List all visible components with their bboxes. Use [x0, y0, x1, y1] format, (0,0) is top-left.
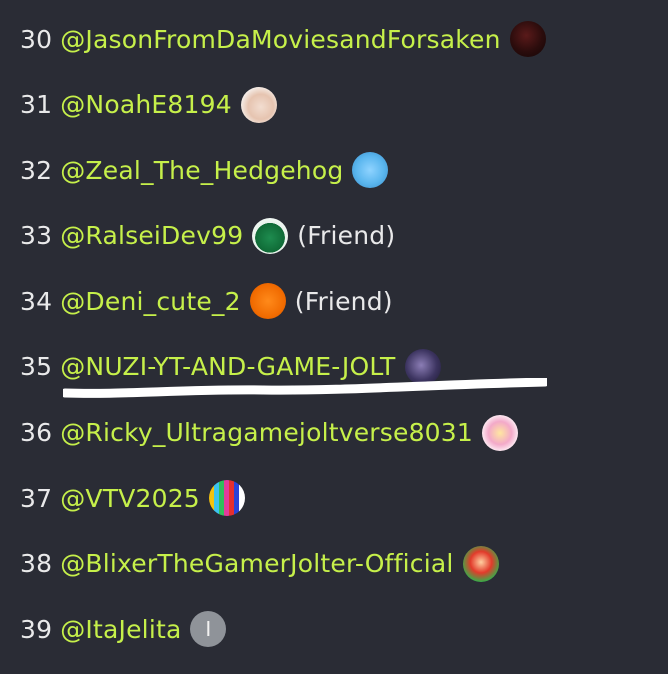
user-handle-link[interactable]: @JasonFromDaMoviesandForsaken — [60, 25, 500, 54]
avatar[interactable] — [462, 545, 499, 582]
avatar[interactable] — [352, 152, 389, 189]
user-handle-link[interactable]: @Zeal_The_Hedgehog — [60, 156, 343, 185]
rank-number: 31 — [20, 90, 53, 120]
avatar[interactable] — [240, 86, 277, 123]
list-item: 34 @Deni_cute_2 (Friend) — [20, 280, 668, 346]
friend-tag: (Friend) — [294, 286, 393, 316]
rank-number: 35 — [20, 352, 53, 382]
rank-number: 39 — [20, 614, 53, 644]
user-handle-link[interactable]: @BlixerTheGamerJolter-Official — [60, 549, 453, 578]
user-handle-link[interactable]: @Deni_cute_2 — [60, 287, 241, 316]
user-handle-link[interactable]: @NUZI-YT-AND-GAME-JOLT — [60, 352, 395, 381]
list-item: 35 @NUZI-YT-AND-GAME-JOLT — [20, 346, 668, 412]
rank-number: 33 — [20, 221, 53, 251]
list-item: 37 @VTV2025 — [20, 477, 668, 543]
list-item: 36 @Ricky_Ultragamejoltverse8031 — [20, 412, 668, 478]
list-item: 30 @JasonFromDaMoviesandForsaken — [20, 18, 668, 84]
user-handle-link[interactable]: @VTV2025 — [60, 484, 200, 513]
rank-number: 30 — [20, 24, 53, 54]
avatar-letter: I — [205, 617, 212, 642]
avatar[interactable] — [252, 217, 289, 254]
rank-number: 32 — [20, 155, 53, 185]
user-handle-link[interactable]: @NoahE8194 — [60, 90, 232, 119]
rank-number: 37 — [20, 483, 53, 513]
rank-number: 34 — [20, 286, 53, 316]
avatar[interactable] — [509, 21, 546, 57]
list-item: 33 @RalseiDev99 (Friend) — [20, 215, 668, 281]
avatar[interactable] — [404, 348, 441, 385]
user-handle-link[interactable]: @RalseiDev99 — [60, 221, 243, 250]
avatar[interactable]: I — [190, 611, 227, 648]
user-handle-link[interactable]: @ItaJelita — [60, 615, 181, 644]
list-item: 31 @NoahE8194 — [20, 84, 668, 150]
avatar[interactable] — [482, 414, 519, 451]
rank-number: 36 — [20, 418, 53, 448]
friend-tag: (Friend) — [297, 221, 396, 251]
avatar[interactable] — [249, 283, 286, 320]
avatar[interactable] — [208, 480, 245, 517]
list-item: 39 @ItaJelita I — [20, 608, 668, 674]
list-item: 38 @BlixerTheGamerJolter-Official — [20, 543, 668, 609]
rank-number: 38 — [20, 549, 53, 579]
list-item: 32 @Zeal_The_Hedgehog — [20, 149, 668, 215]
user-handle-link[interactable]: @Ricky_Ultragamejoltverse8031 — [60, 418, 473, 447]
user-list: 30 @JasonFromDaMoviesandForsaken 31 @Noa… — [20, 18, 668, 674]
